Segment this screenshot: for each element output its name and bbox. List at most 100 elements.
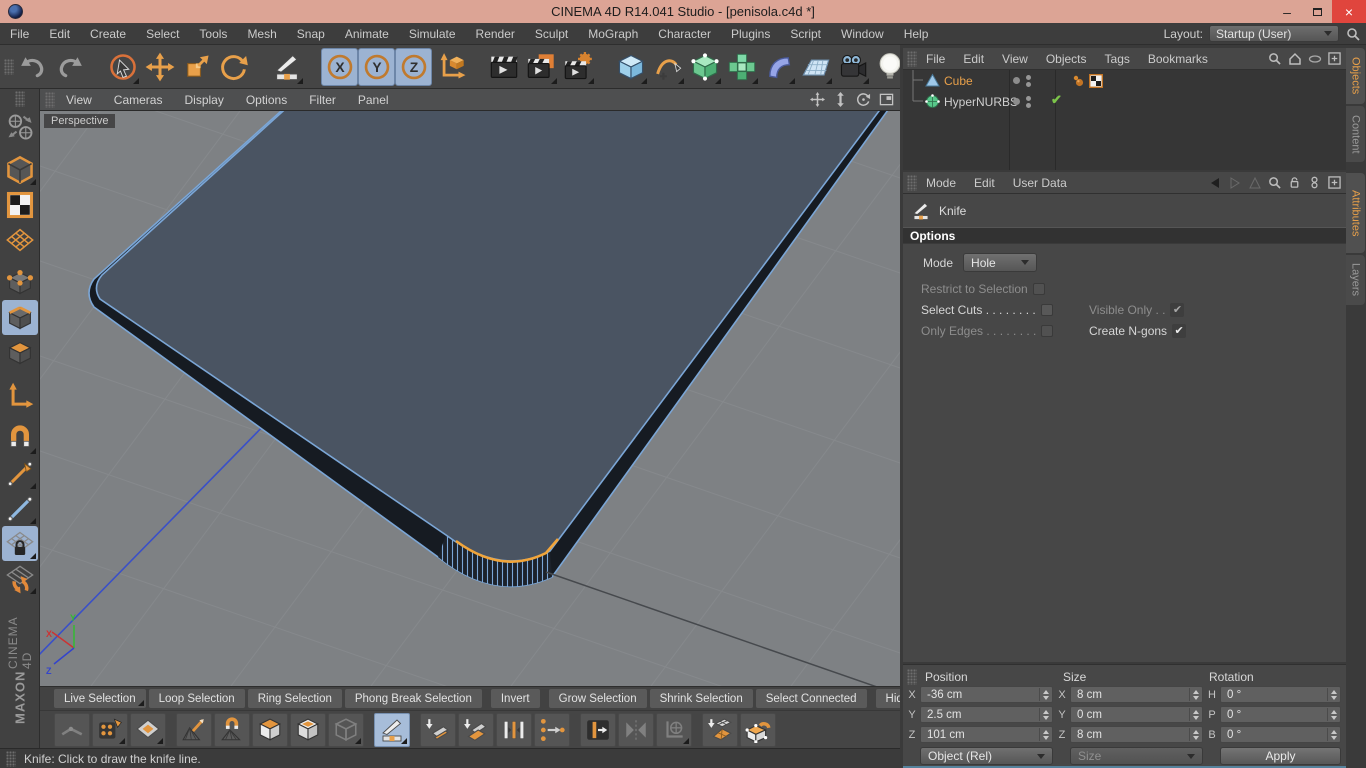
snap-button[interactable] <box>2 421 38 456</box>
only-edges-checkbox[interactable] <box>1041 325 1054 337</box>
mirror-tool-button[interactable] <box>618 712 654 747</box>
viewport-grip[interactable] <box>45 91 55 108</box>
menu-window[interactable]: Window <box>831 27 894 41</box>
grow-selection-command[interactable]: Grow Selection <box>548 689 647 708</box>
phong-tag-icon[interactable] <box>1071 74 1085 88</box>
polygons-mode-button[interactable] <box>2 335 38 370</box>
create-point-tool-button[interactable] <box>92 712 128 747</box>
visibility-dots[interactable] <box>1013 95 1047 108</box>
menu-sculpt[interactable]: Sculpt <box>525 27 578 41</box>
spinner[interactable] <box>1327 728 1337 741</box>
add-panel-icon[interactable] <box>1327 51 1342 66</box>
viewport-canvas[interactable]: Perspective X Y Z <box>40 111 903 686</box>
search-icon[interactable] <box>1267 51 1282 66</box>
tab-attributes[interactable]: Attributes <box>1346 173 1365 253</box>
eye-icon[interactable] <box>1307 51 1322 66</box>
lock-z-axis-button[interactable]: Z <box>395 47 432 86</box>
viewport-menu-view[interactable]: View <box>55 93 103 107</box>
object-label[interactable]: HyperNURBS <box>944 95 1018 109</box>
link-icon[interactable] <box>1307 175 1322 190</box>
magnet-mesh-tool-button[interactable] <box>214 712 250 747</box>
spinner[interactable] <box>1327 688 1337 701</box>
live-selection-button[interactable] <box>104 48 141 86</box>
extrude-tool-button[interactable] <box>252 712 288 747</box>
redo-button[interactable] <box>51 48 88 86</box>
position-y-field[interactable]: 2.5 cm <box>920 706 1053 723</box>
viewport-menu-cameras[interactable]: Cameras <box>103 93 174 107</box>
invert-command[interactable]: Invert <box>490 689 540 708</box>
add-spline-button[interactable] <box>649 48 686 86</box>
rotation-b-field[interactable]: 0 ° <box>1220 726 1341 743</box>
extrude-inner-tool-button[interactable] <box>290 712 326 747</box>
select-connected-command[interactable]: Select Connected <box>755 689 867 708</box>
bridge-tool-button[interactable] <box>496 712 532 747</box>
size-x-field[interactable]: 8 cm <box>1070 686 1203 703</box>
objects-menu-objects[interactable]: Objects <box>1037 52 1096 66</box>
toolbar-grip[interactable] <box>4 58 14 75</box>
rail-grip[interactable] <box>14 91 25 107</box>
slide-tool-button[interactable] <box>580 712 616 747</box>
menu-character[interactable]: Character <box>648 27 721 41</box>
position-mode-dropdown[interactable]: Object (Rel) <box>920 747 1053 765</box>
knife-tool-button[interactable] <box>374 712 410 747</box>
menu-script[interactable]: Script <box>780 27 831 41</box>
generator-enabled-check[interactable]: ✔ <box>1051 92 1062 108</box>
size-y-field[interactable]: 0 cm <box>1070 706 1203 723</box>
coords-grip[interactable] <box>907 669 917 685</box>
objects-menu-tags[interactable]: Tags <box>1096 52 1139 66</box>
rotation-h-field[interactable]: 0 ° <box>1220 686 1341 703</box>
add-mograph-button[interactable] <box>723 48 760 86</box>
add-hypernurbs-button[interactable] <box>686 48 723 86</box>
active-tool-knife-button[interactable] <box>268 48 305 86</box>
viewport-toggle-icon[interactable] <box>878 91 895 108</box>
restrict-to-selection-checkbox[interactable] <box>1032 283 1045 295</box>
loop-selection-command[interactable]: Loop Selection <box>148 689 245 708</box>
visible-only-checkbox[interactable] <box>1170 303 1185 317</box>
tab-content[interactable]: Content <box>1346 106 1365 162</box>
matrix-extrude-tool-button[interactable] <box>740 712 776 747</box>
viewport-rotate-icon[interactable] <box>855 91 872 108</box>
add-deformer-button[interactable] <box>760 48 797 86</box>
add-panel-icon[interactable] <box>1327 175 1342 190</box>
texture-mode-button[interactable] <box>2 187 38 222</box>
spinner[interactable] <box>1189 728 1199 741</box>
spinner[interactable] <box>1327 708 1337 721</box>
scale-button[interactable] <box>178 48 215 86</box>
axis-mode-button[interactable] <box>2 378 38 413</box>
viewport-zoom-icon[interactable] <box>832 91 849 108</box>
attributes-grip[interactable] <box>907 174 917 191</box>
hide-selected-command[interactable]: Hide Selected <box>875 689 903 708</box>
shrink-selection-command[interactable]: Shrink Selection <box>649 689 753 708</box>
menu-simulate[interactable]: Simulate <box>399 27 466 41</box>
viewport-menu-panel[interactable]: Panel <box>347 93 400 107</box>
spinner[interactable] <box>1189 688 1199 701</box>
viewport-pan-icon[interactable] <box>809 91 826 108</box>
menu-mesh[interactable]: Mesh <box>237 27 286 41</box>
attributes-menu-userdata[interactable]: User Data <box>1004 176 1076 190</box>
position-z-field[interactable]: 101 cm <box>920 726 1053 743</box>
menu-animate[interactable]: Animate <box>335 27 399 41</box>
objects-menu-view[interactable]: View <box>993 52 1037 66</box>
viewport-menu-options[interactable]: Options <box>235 93 298 107</box>
menu-select[interactable]: Select <box>136 27 189 41</box>
axis-center-tool-button[interactable] <box>656 712 692 747</box>
objects-menu-file[interactable]: File <box>917 52 954 66</box>
add-cube-button[interactable] <box>612 48 649 86</box>
minimize-button[interactable]: – <box>1272 0 1302 23</box>
objects-menu-bookmarks[interactable]: Bookmarks <box>1139 52 1217 66</box>
search-icon[interactable] <box>1267 175 1282 190</box>
render-settings-button[interactable] <box>559 48 596 86</box>
phong-break-selection-command[interactable]: Phong Break Selection <box>344 689 482 708</box>
subdivide-tool-button[interactable] <box>702 712 738 747</box>
add-environment-button[interactable] <box>797 48 834 86</box>
create-ngons-checkbox[interactable] <box>1172 324 1187 338</box>
viewport-view-label[interactable]: Perspective <box>44 114 116 128</box>
attributes-menu-edit[interactable]: Edit <box>965 176 1004 190</box>
menu-edit[interactable]: Edit <box>39 27 80 41</box>
select-cuts-checkbox[interactable] <box>1040 304 1053 316</box>
menu-file[interactable]: File <box>0 27 39 41</box>
texture-tag-icon[interactable] <box>1089 73 1103 88</box>
spinner[interactable] <box>1189 708 1199 721</box>
polygon-pen-tool-button[interactable] <box>130 712 166 747</box>
viewport-menu-filter[interactable]: Filter <box>298 93 347 107</box>
